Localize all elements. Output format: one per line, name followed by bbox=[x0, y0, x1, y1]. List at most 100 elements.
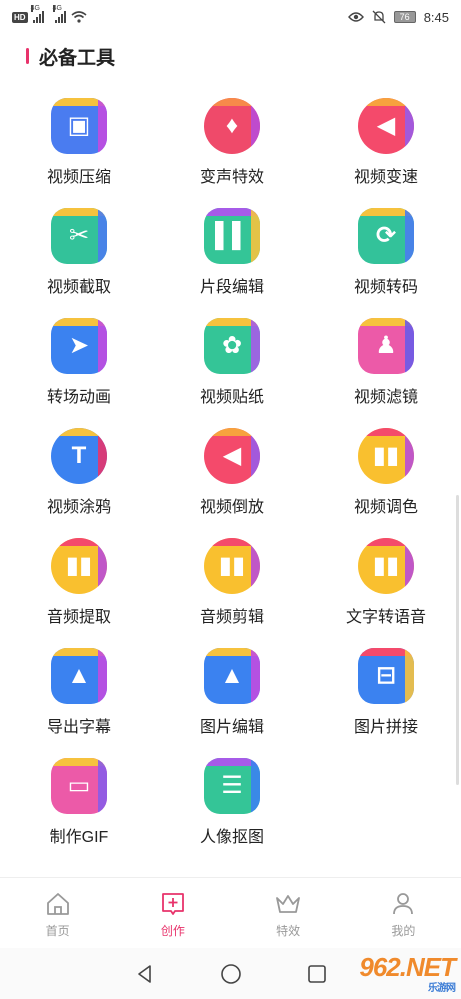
back-icon[interactable] bbox=[133, 962, 157, 986]
tool-reverse[interactable]: ◀ 视频倒放 bbox=[172, 428, 292, 528]
eye-icon bbox=[347, 12, 364, 22]
scrollbar[interactable] bbox=[456, 495, 459, 785]
icon-glyph: ✂ bbox=[68, 222, 90, 249]
icon-glyph: ▮▮ bbox=[218, 552, 246, 579]
tool-transition[interactable]: ➤ 转场动画 bbox=[19, 318, 139, 418]
icon-glyph: ▌▌ bbox=[214, 222, 250, 249]
icon-accent-stripe bbox=[405, 208, 414, 264]
tool-color-grade[interactable]: ▮▮ 视频调色 bbox=[326, 428, 446, 528]
tool-portrait-cutout[interactable]: ☰ 人像抠图 bbox=[172, 758, 292, 858]
compress-icon: ▣ bbox=[51, 98, 107, 154]
tool-clip-edit[interactable]: ▌▌ 片段编辑 bbox=[172, 208, 292, 308]
icon-glyph: ▲ bbox=[220, 662, 244, 689]
speed-icon: ◀ bbox=[358, 98, 414, 154]
tool-label: 文字转语音 bbox=[345, 609, 426, 626]
tool-image-join[interactable]: ⊟ 图片拼接 bbox=[326, 648, 446, 748]
tool-label: 视频调色 bbox=[353, 499, 418, 516]
icon-accent-stripe bbox=[405, 98, 414, 154]
icon-accent-stripe bbox=[251, 98, 260, 154]
icon-glyph: ▮▮ bbox=[372, 552, 400, 579]
icon-accent-stripe bbox=[405, 538, 414, 594]
battery-icon: 76 bbox=[393, 11, 416, 23]
audio-cut-icon: ▮▮ bbox=[204, 538, 260, 594]
tool-label: 变声特效 bbox=[199, 169, 264, 186]
reverse-icon: ◀ bbox=[204, 428, 260, 484]
tool-label: 片段编辑 bbox=[199, 279, 264, 296]
nav-effects-label: 特效 bbox=[276, 924, 301, 938]
icon-accent-stripe bbox=[251, 648, 260, 704]
icon-accent-stripe bbox=[251, 428, 260, 484]
nav-home[interactable]: 首页 bbox=[0, 878, 115, 947]
wifi-icon bbox=[71, 11, 87, 23]
nav-profile[interactable]: 我的 bbox=[346, 878, 461, 947]
image-join-icon: ⊟ bbox=[358, 648, 414, 704]
tool-label: 视频截取 bbox=[46, 279, 111, 296]
icon-glyph: ◀ bbox=[376, 112, 396, 139]
cut-icon: ✂ bbox=[51, 208, 107, 264]
tool-doodle[interactable]: T 视频涂鸦 bbox=[19, 428, 139, 528]
tool-sticker[interactable]: ✿ 视频贴纸 bbox=[172, 318, 292, 418]
status-left: HD 4G 4G bbox=[12, 5, 87, 23]
tool-text-to-speech[interactable]: ▮▮ 文字转语音 bbox=[326, 538, 446, 638]
tool-image-edit[interactable]: ▲ 图片编辑 bbox=[172, 648, 292, 748]
effects-crown-icon bbox=[276, 895, 301, 913]
transcode-icon: ⟳ bbox=[358, 208, 414, 264]
icon-glyph: ➤ bbox=[68, 332, 90, 359]
tool-transcode[interactable]: ⟳ 视频转码 bbox=[326, 208, 446, 308]
home-circle-icon[interactable] bbox=[219, 962, 243, 986]
tool-label: 视频滤镜 bbox=[353, 389, 418, 406]
icon-glyph: ◀ bbox=[222, 442, 242, 469]
icon-accent-stripe bbox=[98, 648, 107, 704]
icon-glyph: ▮▮ bbox=[65, 552, 93, 579]
icon-accent-stripe bbox=[251, 538, 260, 594]
icon-accent-stripe bbox=[405, 648, 414, 704]
nav-home-label: 首页 bbox=[45, 924, 70, 938]
tool-label: 视频涂鸦 bbox=[46, 499, 111, 516]
icon-accent-stripe bbox=[98, 318, 107, 374]
tool-compress[interactable]: ▣ 视频压缩 bbox=[19, 98, 139, 198]
tool-label: 视频压缩 bbox=[46, 169, 111, 186]
tool-filter[interactable]: ♟ 视频滤镜 bbox=[326, 318, 446, 418]
clip-edit-icon: ▌▌ bbox=[204, 208, 260, 264]
voice-changer-icon: ♦ bbox=[204, 98, 260, 154]
icon-accent-stripe bbox=[98, 428, 107, 484]
sticker-icon: ✿ bbox=[204, 318, 260, 374]
status-right: 76 8:45 bbox=[347, 10, 449, 25]
tool-label: 图片拼接 bbox=[353, 719, 418, 736]
icon-glyph: T bbox=[71, 442, 87, 469]
tool-audio-cut[interactable]: ▮▮ 音频剪辑 bbox=[172, 538, 292, 638]
text-to-speech-icon: ▮▮ bbox=[358, 538, 414, 594]
icon-glyph: ⟳ bbox=[375, 222, 397, 249]
tool-speed[interactable]: ◀ 视频变速 bbox=[326, 98, 446, 198]
portrait-cutout-icon: ☰ bbox=[204, 758, 260, 814]
hd-badge: HD bbox=[12, 11, 28, 23]
icon-glyph: ⊟ bbox=[375, 662, 397, 689]
transition-icon: ➤ bbox=[51, 318, 107, 374]
icon-accent-stripe bbox=[251, 758, 260, 814]
nav-create[interactable]: 创作 bbox=[115, 878, 230, 947]
icon-accent-stripe bbox=[405, 428, 414, 484]
gif-icon: ▭ bbox=[51, 758, 107, 814]
tool-audio-extract[interactable]: ▮▮ 音频提取 bbox=[19, 538, 139, 638]
tool-label: 人像抠图 bbox=[199, 829, 264, 846]
status-bar: HD 4G 4G 76 8:45 bbox=[0, 0, 461, 34]
icon-glyph: ▣ bbox=[67, 112, 91, 139]
tool-cut[interactable]: ✂ 视频截取 bbox=[19, 208, 139, 308]
tool-label: 视频贴纸 bbox=[199, 389, 264, 406]
icon-accent-stripe bbox=[98, 758, 107, 814]
nav-profile-label: 我的 bbox=[391, 924, 416, 938]
nav-effects[interactable]: 特效 bbox=[231, 878, 346, 947]
icon-accent-stripe bbox=[98, 208, 107, 264]
tool-label: 导出字幕 bbox=[46, 719, 111, 736]
icon-accent-stripe bbox=[405, 318, 414, 374]
tool-subtitle-export[interactable]: ▲ 导出字幕 bbox=[19, 648, 139, 748]
recents-icon[interactable] bbox=[305, 962, 329, 986]
icon-accent-stripe bbox=[251, 208, 260, 264]
icon-glyph: ✿ bbox=[221, 332, 243, 359]
color-grade-icon: ▮▮ bbox=[358, 428, 414, 484]
profile-icon bbox=[393, 893, 414, 915]
tool-label: 音频剪辑 bbox=[199, 609, 264, 626]
section-title: 必备工具 bbox=[39, 47, 116, 69]
tool-gif[interactable]: ▭ 制作GIF bbox=[19, 758, 139, 858]
tool-voice-changer[interactable]: ♦ 变声特效 bbox=[172, 98, 292, 198]
